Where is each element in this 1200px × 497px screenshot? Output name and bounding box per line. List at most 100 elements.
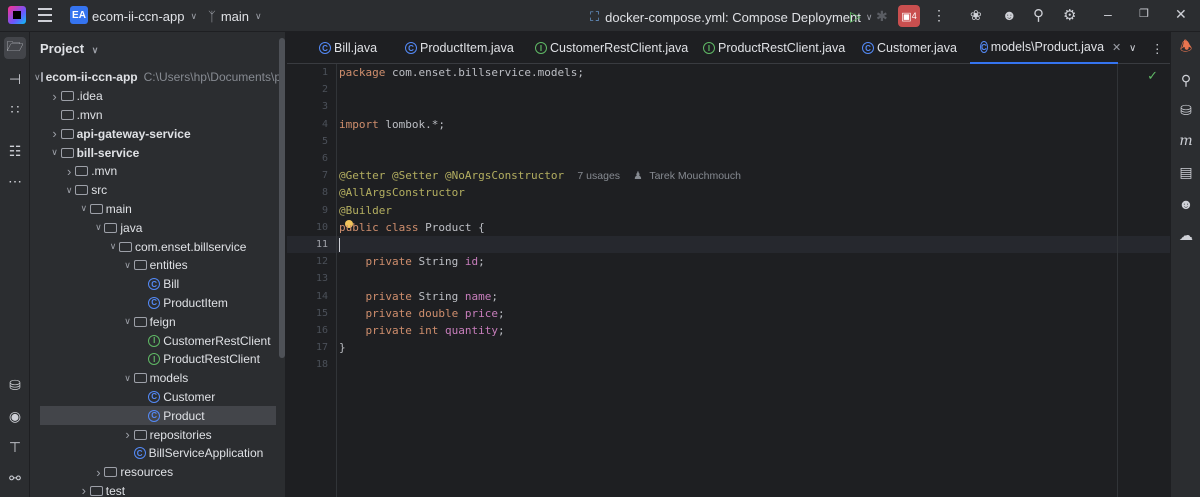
remote-dev-icon[interactable]: ☁: [1176, 225, 1196, 245]
tree-node-com-enset-billservice[interactable]: ∨ com.enset.billservice: [30, 237, 276, 256]
branch-selector[interactable]: ᛉ main ∨: [208, 9, 262, 24]
tree-node-java[interactable]: ∨ java: [30, 218, 276, 237]
settings-gear-icon[interactable]: ⚙: [1063, 6, 1076, 24]
tree-node-api-gateway-service[interactable]: › api-gateway-service: [30, 124, 276, 143]
project-panel-header[interactable]: Project ∨: [40, 41, 98, 56]
project-folder-icon[interactable]: 🗁: [4, 37, 26, 59]
tree-node-models[interactable]: ∨ models: [30, 369, 276, 388]
chevron-down-icon[interactable]: ∨: [63, 185, 75, 196]
ai-chat-icon[interactable]: ⚲: [1176, 70, 1196, 90]
tree-node-src[interactable]: ∨ src: [30, 181, 276, 200]
more-tools-icon[interactable]: ⋯: [4, 170, 26, 192]
tree-node-test[interactable]: › test: [30, 482, 276, 497]
tabs-dropdown-icon[interactable]: ∨: [1129, 32, 1136, 64]
tabs-more-icon[interactable]: ⋮: [1151, 32, 1164, 64]
ai-assistant-icon[interactable]: ❀: [970, 7, 982, 24]
code-editor[interactable]: 1 2 3 4 5 6 7 8 9 10 11 12 13 14 15 16 17 18 ✓ package co…: [287, 64, 1170, 497]
search-icon[interactable]: ⚲: [1033, 6, 1044, 24]
tree-node-customerrestclient[interactable]: I CustomerRestClient: [30, 331, 276, 350]
interface-icon: I: [703, 42, 715, 54]
services-icon[interactable]: ◉: [4, 405, 26, 427]
code-line-17: }: [339, 341, 346, 355]
tree-node-idea[interactable]: › .idea: [30, 87, 276, 106]
tab-label: CustomerRestClient.java: [550, 41, 689, 55]
tree-node-entities[interactable]: ∨ entities: [30, 256, 276, 275]
tab-bill-java[interactable]: C Bill.java: [319, 32, 377, 64]
chevron-down-icon[interactable]: ∨: [107, 241, 119, 252]
tab-customerrestclient-java[interactable]: I CustomerRestClient.java: [535, 32, 688, 64]
line-number: 1: [321, 67, 328, 78]
no-problems-check-icon[interactable]: ✓: [1147, 68, 1158, 84]
restore-icon[interactable]: ❐: [1139, 7, 1149, 20]
chevron-right-icon[interactable]: ›: [49, 89, 61, 104]
line-number: 9: [321, 204, 328, 216]
chevron-right-icon[interactable]: ›: [63, 164, 75, 179]
chevron-right-icon[interactable]: ›: [92, 465, 104, 480]
tab-productitem-java[interactable]: C ProductItem.java: [405, 32, 514, 64]
tab-customer-java[interactable]: C Customer.java: [862, 32, 957, 64]
notifications-bell-icon[interactable]: 🕭: [1176, 38, 1196, 58]
chevron-right-icon[interactable]: ›: [49, 126, 61, 141]
tree-node-customer[interactable]: C Customer: [30, 388, 276, 407]
chevron-down-icon[interactable]: ∨: [92, 222, 104, 233]
commit-icon[interactable]: ⊣: [4, 68, 26, 90]
chevron-down-icon[interactable]: ∨: [122, 260, 134, 271]
copilot-icon[interactable]: ☻: [1176, 194, 1196, 214]
tree-node-main[interactable]: ∨ main: [30, 200, 276, 219]
structure-icon[interactable]: ☷: [4, 140, 26, 162]
project-badge[interactable]: EA: [70, 6, 88, 24]
stop-button[interactable]: ▣ 4: [898, 5, 920, 27]
tree-node-productrestclient[interactable]: I ProductRestClient: [30, 350, 276, 369]
run-icon[interactable]: ▷: [850, 8, 861, 25]
tree-node-label: src: [91, 183, 108, 198]
pull-requests-icon[interactable]: ∷: [4, 98, 26, 120]
chevron-right-icon[interactable]: ›: [122, 427, 134, 442]
main-menu-icon[interactable]: [37, 8, 53, 22]
tab-productrestclient-java[interactable]: I ProductRestClient.java: [703, 32, 845, 64]
tab-product-java[interactable]: C models\Product.java ✕: [970, 32, 1121, 64]
debug-icon[interactable]: ✱: [876, 8, 888, 25]
tree-node-feign[interactable]: ∨ feign: [30, 312, 276, 331]
chevron-right-icon[interactable]: ›: [78, 483, 90, 497]
tree-node-bill-mvn[interactable]: › .mvn: [30, 162, 276, 181]
endpoints-icon[interactable]: ▤: [1176, 162, 1196, 182]
tree-node-bill-service[interactable]: ∨ bill-service: [30, 143, 276, 162]
close-window-icon[interactable]: ✕: [1175, 6, 1187, 23]
usages-hint[interactable]: 7 usages: [577, 170, 620, 182]
git-icon[interactable]: ⚯: [4, 467, 26, 489]
tree-node-repositories[interactable]: › repositories: [30, 425, 276, 444]
text-caret: [339, 238, 340, 252]
minimize-icon[interactable]: –: [1104, 6, 1112, 22]
tree-node-billserviceapplication[interactable]: C BillServiceApplication: [30, 444, 276, 463]
tree-node-ecom-ii-ccn-app[interactable]: ∨ ecom-ii-ccn-app C:\Users\hp\Documents\p: [30, 68, 281, 87]
more-actions-icon[interactable]: ⋮: [932, 7, 946, 24]
author-hint[interactable]: Tarek Mouchmouch: [649, 170, 741, 182]
close-tab-icon[interactable]: ✕: [1112, 41, 1121, 54]
tree-node-product[interactable]: C Product: [40, 406, 276, 426]
database-icon[interactable]: ⛁: [1176, 100, 1196, 120]
tree-node-productitem[interactable]: C ProductItem: [30, 294, 276, 313]
tree-node-label: entities: [149, 258, 188, 273]
interface-icon: I: [148, 334, 161, 347]
run-configuration-selector[interactable]: ⛶ docker-compose.yml: Compose Deployment…: [590, 9, 872, 25]
project-tree-scrollbar[interactable]: [279, 38, 285, 358]
build-icon[interactable]: ⊤: [4, 436, 26, 458]
interface-icon: I: [148, 353, 161, 366]
class-icon: C: [133, 447, 146, 460]
database-icon[interactable]: ⛁: [4, 374, 26, 396]
tree-node-mvn[interactable]: .mvn: [30, 106, 276, 125]
folder-icon: [89, 485, 103, 496]
maven-icon[interactable]: m: [1176, 131, 1196, 151]
tree-node-resources[interactable]: › resources: [30, 463, 276, 482]
chevron-down-icon[interactable]: ∨: [122, 373, 134, 384]
chevron-down-icon[interactable]: ∨: [78, 203, 90, 214]
project-selector[interactable]: ecom-ii-ccn-app ∨: [92, 9, 197, 24]
tree-node-bill[interactable]: C Bill: [30, 275, 276, 294]
add-user-icon[interactable]: ☻: [1002, 7, 1017, 23]
app-logo-icon[interactable]: [8, 6, 26, 24]
chevron-down-icon[interactable]: ∨: [122, 316, 134, 327]
current-line-highlight: [287, 236, 1170, 254]
stop-count-badge: 4: [911, 11, 917, 21]
chevron-down-icon[interactable]: ∨: [34, 72, 41, 83]
chevron-down-icon[interactable]: ∨: [49, 147, 61, 158]
